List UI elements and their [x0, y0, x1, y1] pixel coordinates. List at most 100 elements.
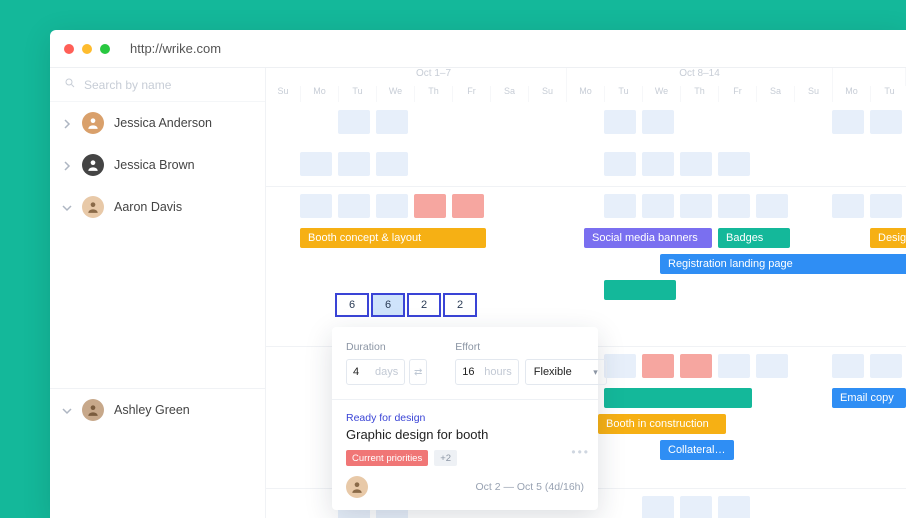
task-bar-registration[interactable]: Registration landing page — [660, 254, 906, 274]
day-label: Tu — [339, 86, 377, 102]
day-label: Su — [266, 86, 301, 102]
workload-block — [832, 354, 864, 378]
timeline: Oct 1–7 Oct 8–14 Su Mo Tu We Th Fr Sa Su… — [266, 68, 906, 518]
effort-cell-selected[interactable]: 6 — [371, 293, 405, 317]
week-label: Oct 1–7 — [301, 68, 567, 86]
search-placeholder: Search by name — [84, 78, 171, 92]
workload-block — [642, 496, 674, 518]
workload-block — [680, 496, 712, 518]
sidebar-item-ashley-green[interactable]: Ashley Green — [50, 388, 265, 430]
task-bar-booth-concept[interactable]: Booth concept & layout — [300, 228, 486, 248]
workload-block — [832, 194, 864, 218]
workload-block — [300, 194, 332, 218]
sidebar-item-jessica-brown[interactable]: Jessica Brown — [50, 144, 265, 186]
task-tag-more[interactable]: +2 — [434, 450, 457, 466]
avatar — [82, 112, 104, 134]
close-icon[interactable] — [64, 44, 74, 54]
minimize-icon[interactable] — [82, 44, 92, 54]
assignee-avatar[interactable] — [346, 476, 368, 498]
workload-block — [376, 152, 408, 176]
chevron-right-icon — [62, 118, 72, 128]
workload-block — [756, 194, 788, 218]
search-input[interactable]: Search by name — [50, 68, 265, 102]
person-name: Aaron Davis — [114, 200, 182, 214]
workload-block — [338, 110, 370, 134]
effort-cell[interactable]: 2 — [407, 293, 441, 317]
workload-block-overloaded — [414, 194, 446, 218]
task-bar-booth-construction[interactable]: Booth in construction — [598, 414, 726, 434]
workload-block — [870, 194, 902, 218]
day-label: Mo — [567, 86, 605, 102]
workload-block-overloaded — [680, 354, 712, 378]
workload-block — [870, 354, 902, 378]
duration-input[interactable]: 4 days — [346, 359, 405, 385]
sidebar-item-aaron-davis[interactable]: Aaron Davis — [50, 186, 265, 228]
workload-block — [718, 354, 750, 378]
day-label: Th — [415, 86, 453, 102]
workload-block — [338, 194, 370, 218]
app-window: http://wrike.com Search by name Jessica … — [50, 30, 906, 518]
sidebar: Search by name Jessica Anderson Jessica … — [50, 68, 266, 518]
effort-cell[interactable]: 2 — [443, 293, 477, 317]
day-label: Su — [795, 86, 833, 102]
person-name: Jessica Brown — [114, 158, 195, 172]
sidebar-item-jessica-anderson[interactable]: Jessica Anderson — [50, 102, 265, 144]
week-label — [833, 68, 906, 86]
effort-cell[interactable]: 6 — [335, 293, 369, 317]
task-bar-badges[interactable]: Badges — [718, 228, 790, 248]
avatar — [82, 154, 104, 176]
chevron-down-icon: ▾ — [593, 367, 598, 378]
task-bar-design[interactable]: Design — [870, 228, 906, 248]
effort-input[interactable]: 16 hours — [455, 359, 519, 385]
workload-block — [718, 496, 750, 518]
timeline-days-header: Su Mo Tu We Th Fr Sa Su Mo Tu We Th Fr S… — [266, 86, 906, 102]
task-date-range: Oct 2 — Oct 5 (4d/16h) — [475, 481, 584, 493]
day-label: We — [643, 86, 681, 102]
workload-block — [604, 152, 636, 176]
task-detail-popup: Duration 4 days ⇄ Effort — [332, 327, 598, 510]
task-bar-segment[interactable] — [604, 280, 676, 300]
task-status: Ready for design — [346, 412, 584, 424]
person-name: Jessica Anderson — [114, 116, 212, 130]
task-tag-priority[interactable]: Current priorities — [346, 450, 428, 466]
chevron-right-icon — [62, 160, 72, 170]
effort-allocation-row: 6 6 2 2 — [335, 293, 477, 317]
workload-block — [718, 152, 750, 176]
workload-block — [756, 354, 788, 378]
task-bar-email-copy[interactable]: Email copy — [832, 388, 906, 408]
timeline-weeks-header: Oct 1–7 Oct 8–14 — [266, 68, 906, 86]
link-icon[interactable]: ⇄ — [409, 359, 427, 385]
task-bar-social-banners[interactable]: Social media banners — [584, 228, 712, 248]
day-label: Mo — [833, 86, 871, 102]
day-label: Fr — [719, 86, 757, 102]
workload-block — [338, 152, 370, 176]
day-label: Tu — [871, 86, 906, 102]
workload-block — [870, 110, 902, 134]
titlebar: http://wrike.com — [50, 30, 906, 68]
workload-block — [604, 110, 636, 134]
chevron-down-icon — [62, 405, 72, 415]
workload-block — [680, 194, 712, 218]
effort-mode-select[interactable]: Flexible ▾ — [525, 359, 607, 385]
maximize-icon[interactable] — [100, 44, 110, 54]
duration-label: Duration — [346, 341, 427, 353]
day-label: Sa — [757, 86, 795, 102]
more-icon[interactable]: ••• — [571, 445, 590, 459]
avatar — [82, 399, 104, 421]
avatar — [82, 196, 104, 218]
task-bar-collateral[interactable]: Collateral… — [660, 440, 734, 460]
day-label: Tu — [605, 86, 643, 102]
workload-block-overloaded — [642, 354, 674, 378]
day-label: Sa — [491, 86, 529, 102]
workload-block — [718, 194, 750, 218]
effort-label: Effort — [455, 341, 607, 353]
workload-block — [642, 152, 674, 176]
workload-block — [680, 152, 712, 176]
task-bar-segment[interactable] — [604, 388, 752, 408]
address-bar-url: http://wrike.com — [130, 41, 221, 56]
day-label: Th — [681, 86, 719, 102]
task-title: Graphic design for booth — [346, 427, 584, 442]
day-label: Mo — [301, 86, 339, 102]
workload-block — [376, 194, 408, 218]
person-name: Ashley Green — [114, 403, 190, 417]
